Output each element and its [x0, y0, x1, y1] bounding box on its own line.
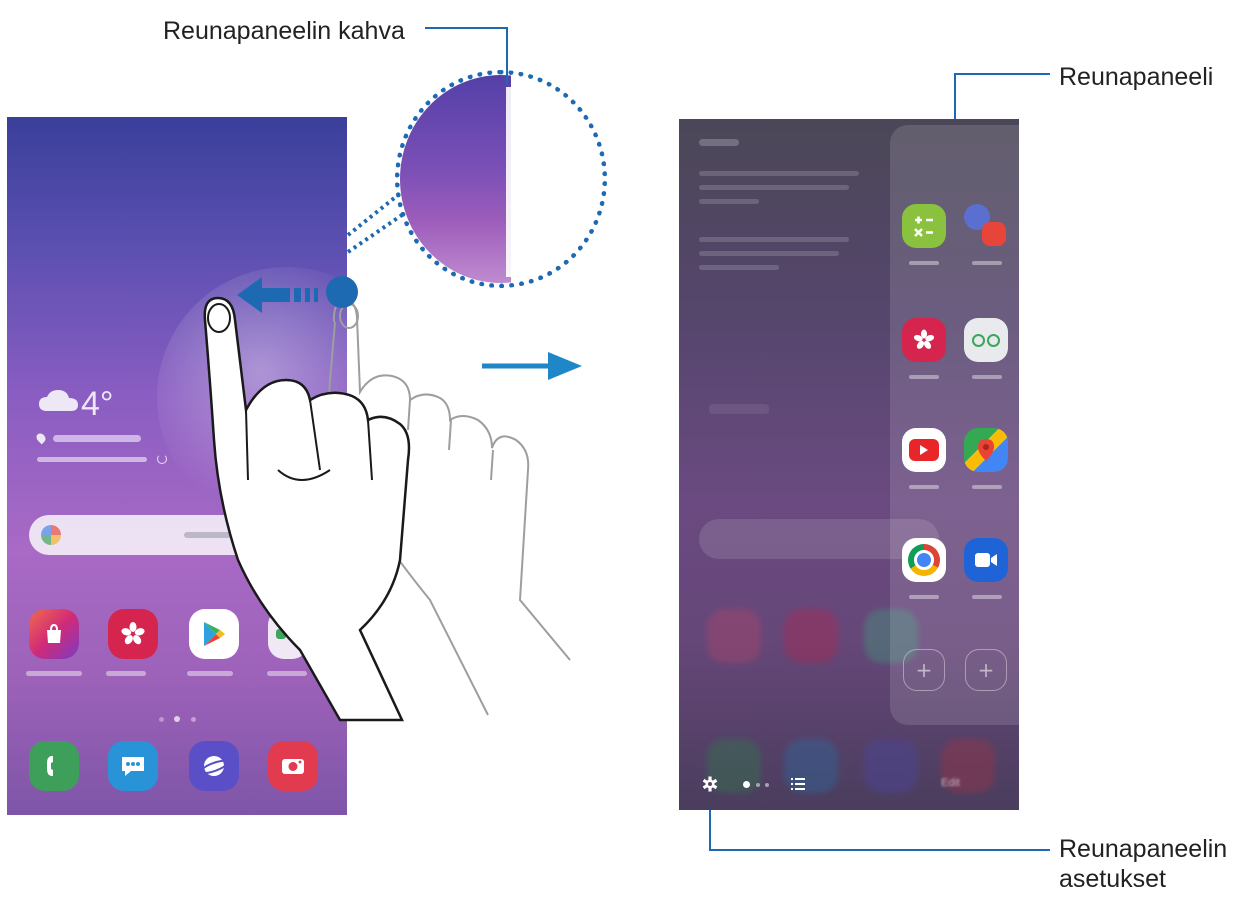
touch-point: [326, 276, 358, 308]
blurred-widget: [709, 404, 769, 414]
app-label: [972, 595, 1002, 599]
app-label: [909, 261, 939, 265]
settings-gear-icon[interactable]: [702, 776, 718, 792]
swipe-arrow-icon: [237, 277, 318, 313]
app-label: [909, 595, 939, 599]
swipe-hand: [203, 296, 411, 722]
add-app-slot[interactable]: +: [903, 649, 945, 691]
blurred-text: [699, 251, 839, 256]
app-label: [972, 261, 1002, 265]
app-label: [909, 375, 939, 379]
blurred-text: [699, 199, 759, 204]
transition-arrow-icon: [482, 352, 582, 380]
handle-callout-line: [425, 27, 508, 84]
app-label: [972, 375, 1002, 379]
app-label: [972, 485, 1002, 489]
gallery-icon[interactable]: [902, 318, 946, 362]
blurred-text: [699, 237, 849, 242]
list-view-icon[interactable]: [791, 778, 805, 790]
bubble-pointer: [346, 193, 404, 254]
maps-icon[interactable]: [964, 428, 1008, 472]
chrome-icon[interactable]: [902, 538, 946, 582]
app-label: [909, 485, 939, 489]
blurred-text: [699, 265, 779, 270]
blurred-app: [707, 609, 761, 663]
duo-icon[interactable]: [964, 538, 1008, 582]
edge-panel: + +: [890, 125, 1019, 725]
blurred-text: [699, 185, 849, 190]
blurred-app: [784, 609, 838, 663]
annotation-layer: [203, 27, 1050, 851]
folder-icon[interactable]: [964, 318, 1008, 362]
blurred-app: [864, 739, 918, 793]
panel-callout-line: [954, 73, 1050, 122]
blurred-text: [699, 171, 859, 176]
edge-panel-screen: + + Edit: [679, 119, 1019, 810]
calculator-icon[interactable]: [902, 204, 946, 248]
edit-button[interactable]: Edit: [941, 777, 960, 789]
youtube-icon[interactable]: [902, 428, 946, 472]
blurred-heading: [699, 139, 739, 146]
add-app-slot[interactable]: +: [965, 649, 1007, 691]
internet-icon[interactable]: [964, 204, 1008, 248]
